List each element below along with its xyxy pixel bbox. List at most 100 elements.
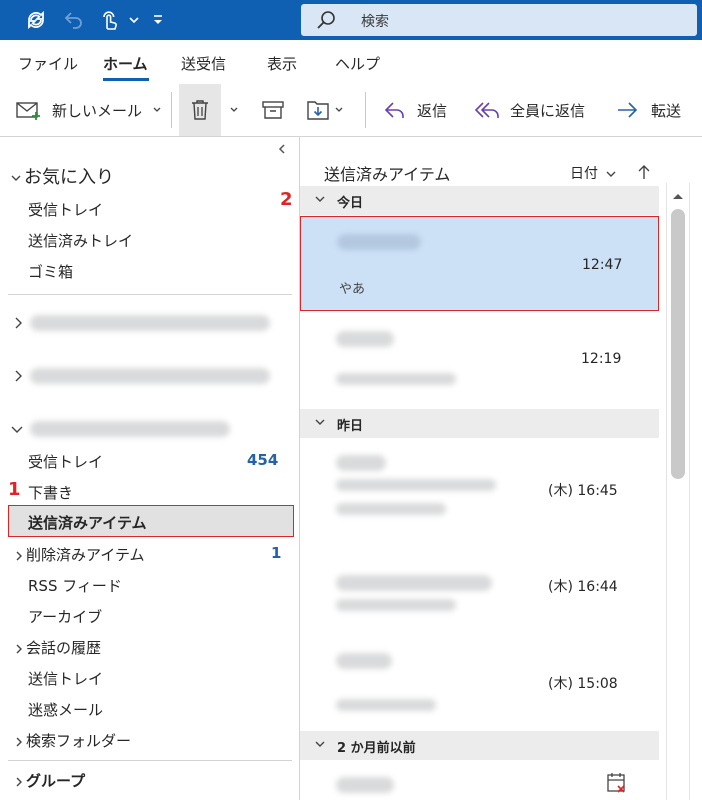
expired-meeting-icon	[607, 773, 625, 793]
search-box[interactable]: 検索	[301, 4, 697, 36]
deleted-items-label: 削除済みアイテム	[26, 546, 145, 564]
group-header-older[interactable]: 2 か月前以前	[300, 731, 659, 760]
forward-button[interactable]: 転送	[615, 84, 681, 136]
chevron-right-icon	[16, 551, 22, 560]
tab-view[interactable]: 表示	[267, 53, 297, 74]
chevron-down-icon	[335, 107, 343, 112]
delete-dropdown[interactable]	[229, 84, 239, 136]
archive-button[interactable]	[261, 84, 285, 136]
forward-label: 転送	[651, 101, 682, 120]
scroll-up-icon[interactable]	[667, 187, 689, 207]
sender-name	[337, 234, 421, 250]
folder-search-folders[interactable]: 検索フォルダー	[14, 730, 131, 751]
message-preview	[336, 699, 436, 711]
sender-name	[336, 331, 394, 347]
move-button[interactable]	[306, 84, 344, 136]
divider	[8, 294, 292, 295]
folder-archive[interactable]: アーカイブ	[28, 606, 102, 627]
customize-toolbar-icon[interactable]	[146, 8, 170, 32]
folder-conversation-history[interactable]: 会話の履歴	[14, 637, 101, 658]
favorites-header[interactable]: お気に入り	[10, 163, 114, 189]
message-item[interactable]: (木) 15:08	[300, 635, 659, 730]
step-2-marker: 2	[280, 189, 293, 210]
chevron-down-icon	[315, 741, 325, 747]
search-placeholder: 検索	[361, 14, 389, 30]
new-mail-label: 新しいメール	[52, 101, 143, 120]
sender-name	[336, 777, 394, 793]
chevron-down-icon	[11, 175, 21, 181]
favorite-sent[interactable]: 送信済みトレイ	[28, 230, 133, 251]
folder-drafts[interactable]: 下書き	[28, 482, 73, 503]
group-label-older: 2 か月前以前	[337, 741, 416, 756]
sender-name	[336, 653, 392, 669]
title-bar: 検索	[0, 0, 702, 40]
account-2[interactable]	[30, 368, 270, 384]
chevron-right-icon[interactable]	[12, 316, 24, 330]
collapse-pane-icon[interactable]	[277, 143, 287, 155]
reply-button[interactable]: 返信	[383, 84, 447, 136]
tab-home[interactable]: ホーム	[103, 53, 148, 74]
scroll-thumb[interactable]	[671, 209, 685, 479]
groups-header[interactable]: グループ	[14, 770, 85, 791]
message-preview	[336, 599, 456, 611]
folder-outbox[interactable]: 送信トレイ	[28, 668, 103, 689]
message-item[interactable]: (木) 16:44	[300, 541, 659, 633]
chevron-right-icon	[16, 644, 22, 653]
message-time: (木) 16:44	[548, 579, 618, 595]
reply-label: 返信	[417, 101, 448, 120]
new-mail-button[interactable]: 新しいメール	[16, 84, 162, 136]
reply-all-label: 全員に返信	[510, 101, 586, 120]
favorites-header-label: お気に入り	[24, 167, 114, 188]
chevron-down-icon	[230, 107, 238, 112]
search-icon	[317, 11, 335, 29]
message-item[interactable]	[300, 761, 659, 800]
chevron-down-icon	[315, 419, 325, 425]
account-1[interactable]	[30, 315, 270, 331]
folder-sent-items[interactable]: 送信済みアイテム	[28, 512, 147, 533]
tab-help[interactable]: ヘルプ	[335, 53, 380, 74]
chevron-down-icon[interactable]	[10, 424, 24, 436]
list-title: 送信済みアイテム	[324, 165, 451, 184]
inbox-unread-count: 454	[247, 451, 279, 469]
touch-mode-icon[interactable]	[98, 8, 122, 32]
sort-by-button[interactable]: 日付	[570, 163, 617, 183]
message-item-selected[interactable]: 12:47 やあ	[300, 216, 659, 311]
chevron-down-icon	[606, 171, 616, 177]
new-mail-icon	[16, 102, 40, 120]
message-subject	[336, 575, 492, 591]
ribbon: 新しいメール 返信 全員に返信 転送	[0, 84, 702, 136]
message-subject	[336, 479, 496, 491]
favorite-trash[interactable]: ゴミ箱	[28, 261, 73, 282]
forward-icon	[618, 102, 638, 118]
group-header-today[interactable]: 今日	[300, 186, 659, 215]
ribbon-separator	[365, 92, 366, 128]
favorite-inbox[interactable]: 受信トレイ	[28, 199, 103, 220]
message-list-scrollbar[interactable]	[666, 183, 690, 800]
message-preview	[336, 373, 456, 385]
groups-header-label: グループ	[26, 772, 86, 790]
message-time: (木) 16:45	[548, 483, 618, 499]
tab-send-receive[interactable]: 送受信	[181, 53, 226, 74]
folder-deleted-items[interactable]: 削除済みアイテム	[14, 544, 145, 565]
message-item[interactable]: 12:19	[300, 313, 659, 408]
folder-junk[interactable]: 迷惑メール	[28, 699, 103, 720]
deleted-count: 1	[271, 544, 282, 562]
chevron-down-icon[interactable]	[122, 8, 146, 32]
chevron-right-icon[interactable]	[12, 369, 24, 383]
folder-inbox[interactable]: 受信トレイ	[28, 451, 103, 472]
search-folders-label: 検索フォルダー	[26, 732, 132, 750]
reply-all-button[interactable]: 全員に返信	[474, 84, 585, 136]
message-item[interactable]: (木) 16:45	[300, 439, 659, 539]
sync-icon[interactable]	[24, 8, 48, 32]
chevron-right-icon	[16, 777, 22, 786]
reply-icon	[384, 102, 404, 118]
move-to-folder-icon	[307, 101, 329, 120]
reply-all-icon	[474, 102, 499, 118]
conversation-history-label: 会話の履歴	[26, 639, 102, 657]
folder-rss[interactable]: RSS フィード	[28, 575, 122, 596]
account-3[interactable]	[30, 421, 230, 437]
sort-direction-icon[interactable]	[637, 163, 651, 181]
group-header-yesterday[interactable]: 昨日	[300, 409, 659, 438]
undo-icon[interactable]	[62, 8, 86, 32]
tab-file[interactable]: ファイル	[18, 53, 78, 74]
